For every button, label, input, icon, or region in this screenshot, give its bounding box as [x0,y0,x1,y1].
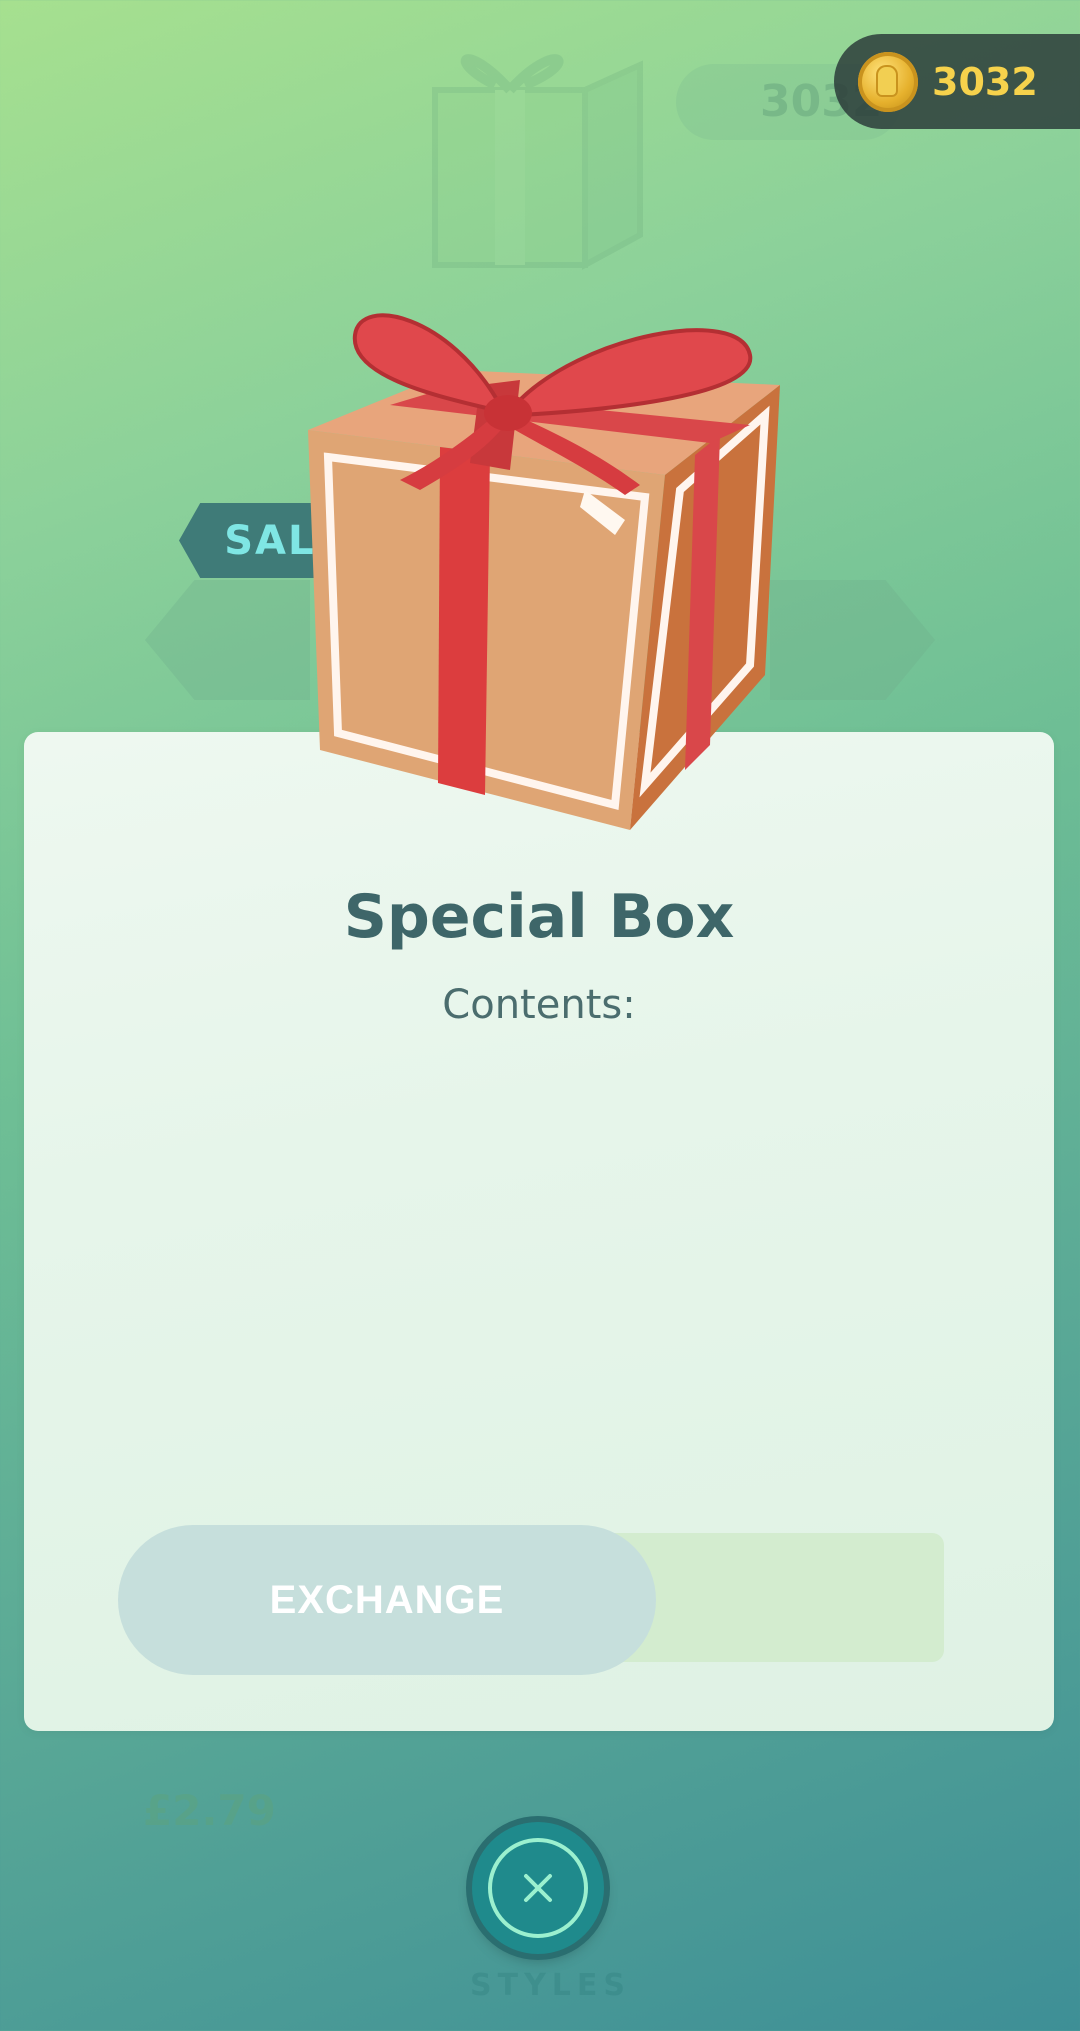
item-title: Special Box [343,882,735,952]
exchange-button[interactable]: EXCHANGE [118,1525,656,1675]
pokecoin-icon [858,51,918,112]
gift-box-icon [308,313,780,830]
coin-count: 3032 [932,59,1038,104]
background-gift-icon [432,54,643,271]
background-styles-label: STYLES [470,1968,632,2003]
coin-balance: 3032 [834,34,1080,129]
close-icon [488,1838,588,1938]
close-button[interactable] [472,1822,604,1954]
background-price: £2.79 [143,1786,276,1835]
item-detail-card: Special Box Contents: EXCHANGE [24,732,1054,1731]
contents-label: Contents: [442,982,636,1028]
exchange-label: EXCHANGE [269,1577,505,1622]
